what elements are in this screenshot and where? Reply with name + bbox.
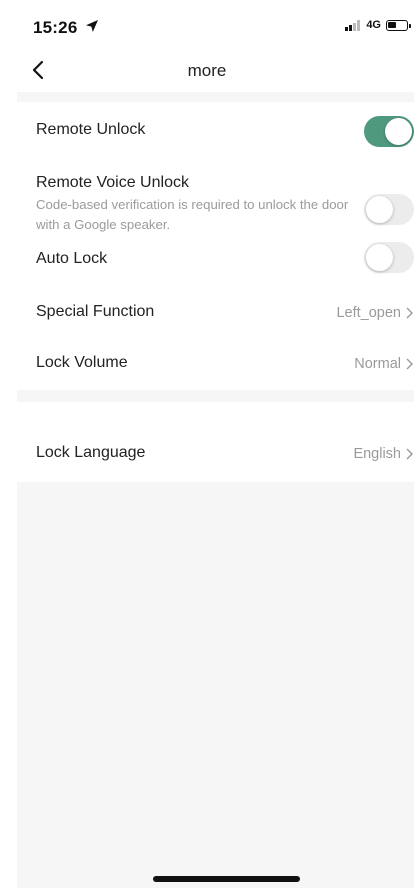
battery-level — [388, 21, 396, 28]
lock-volume-value: Normal — [354, 356, 401, 372]
lock-volume-row[interactable]: Lock Volume Normal — [17, 336, 414, 390]
battery-icon — [386, 19, 411, 31]
chevron-right-icon — [406, 448, 413, 460]
remote-unlock-row: Remote Unlock — [17, 102, 414, 158]
chevron-right-icon — [406, 307, 413, 319]
special-function-label: Special Function — [36, 303, 155, 320]
remote-voice-unlock-description: Code-based verification is required to u… — [36, 197, 349, 232]
empty-content-area — [17, 482, 414, 888]
page-title: more — [187, 61, 227, 80]
lock-volume-label: Lock Volume — [36, 354, 128, 371]
cellular-signal-icon — [345, 19, 361, 31]
home-indicator — [153, 876, 300, 882]
section-separator — [17, 92, 414, 102]
lock-language-row[interactable]: Lock Language English — [17, 402, 414, 482]
special-function-value: Left_open — [336, 305, 401, 321]
special-function-row[interactable]: Special Function Left_open — [17, 290, 414, 336]
auto-lock-toggle[interactable] — [364, 242, 414, 273]
status-icons: 4G — [345, 17, 411, 33]
remote-unlock-label: Remote Unlock — [36, 121, 146, 138]
lock-language-value: English — [353, 446, 401, 462]
auto-lock-label: Auto Lock — [36, 250, 108, 267]
status-bar: 15:26 4G — [0, 0, 414, 48]
remote-voice-unlock-row: Remote Voice Unlock Code-based verificat… — [17, 162, 414, 242]
status-time: 15:26 — [33, 18, 78, 37]
chevron-right-icon — [406, 358, 413, 370]
section-separator — [17, 390, 414, 402]
remote-unlock-toggle[interactable] — [364, 116, 414, 147]
network-type: 4G — [366, 19, 381, 31]
location-arrow-icon — [86, 20, 98, 32]
remote-voice-unlock-label: Remote Voice Unlock — [36, 174, 189, 191]
auto-lock-row: Auto Lock — [17, 242, 414, 288]
remote-voice-unlock-toggle[interactable] — [364, 194, 414, 225]
navigation-bar: more — [0, 48, 414, 92]
lock-language-label: Lock Language — [36, 444, 146, 461]
